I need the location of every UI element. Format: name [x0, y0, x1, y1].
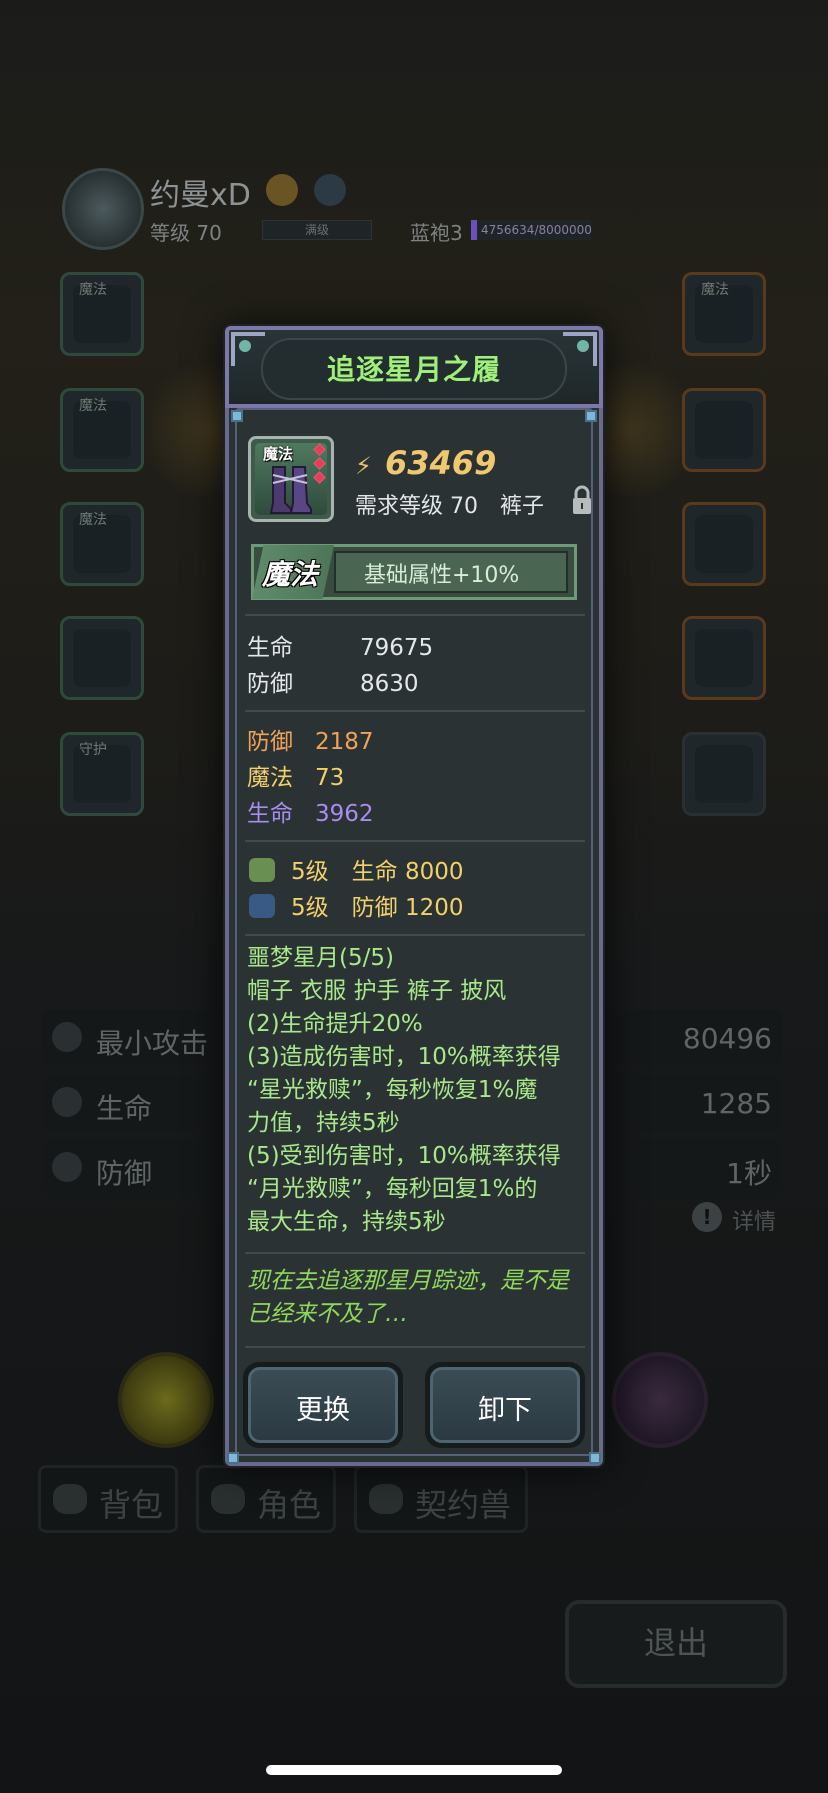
dialog-title-bar: 追逐星月之履 [225, 326, 603, 408]
robe-rank: 蓝袍3 [410, 221, 463, 245]
equip-slot-right-3[interactable] [682, 502, 766, 586]
equip-slot-left-3[interactable]: 魔法 [60, 502, 144, 586]
level-bar: 满级 [262, 220, 372, 240]
equip-slot-right-5[interactable] [682, 732, 766, 816]
corner-gem-icon [231, 410, 243, 422]
base-stat-row: 生命 79675 [247, 635, 434, 661]
exp-bar: 4756634/8000000 [471, 220, 592, 240]
replace-button[interactable]: 更换 [243, 1362, 403, 1448]
bonus-stat-row: 生命 3962 [247, 801, 374, 827]
quality-bonus: 基础属性+10% [364, 563, 520, 588]
tab-character[interactable]: 角色 [196, 1465, 336, 1533]
item-detail-dialog: 追逐星月之履 魔法 ⚡ 63469 需求等级 70 裤子 魔法 基础属性+10%… [225, 326, 603, 1466]
flavor-text: 现在去追逐那星月踪迹，是不是 已经来不及了… [247, 1268, 569, 1327]
blue-gem-icon [249, 894, 275, 918]
gem-row: 5级 防御 1200 [249, 888, 463, 922]
set-bonus-line: (2)生命提升20% [247, 1011, 423, 1037]
rank-badge-icon [266, 174, 298, 206]
equip-slot-right-1[interactable]: 魔法 [682, 272, 766, 356]
item-icon-frame: 魔法 [248, 436, 334, 522]
unequip-button[interactable]: 卸下 [425, 1362, 585, 1448]
set-bonus-line: “月光救赎”，每秒回复1%的 [247, 1176, 538, 1202]
player-level: 等级 70 [150, 221, 222, 245]
detail-link[interactable]: 详情 [732, 1204, 776, 1236]
equip-slot-right-4[interactable] [682, 616, 766, 700]
player-avatar[interactable] [62, 168, 144, 250]
item-power: 63469 [385, 444, 497, 482]
boots-icon [269, 466, 312, 514]
item-name-title: 追逐星月之履 [326, 353, 501, 386]
base-stat-row: 防御 8630 [247, 671, 419, 697]
green-gem-icon [249, 858, 275, 882]
quality-label: 魔法 [262, 558, 319, 591]
sword-icon [52, 1022, 82, 1052]
moon-icon [314, 174, 346, 206]
home-indicator[interactable] [266, 1765, 562, 1775]
corner-gem-icon [589, 1452, 601, 1464]
info-icon[interactable]: ! [692, 1202, 722, 1232]
skill-orb-right[interactable] [612, 1352, 708, 1448]
lock-icon[interactable] [571, 484, 593, 516]
set-bonus-line: 最大生命，持续5秒 [247, 1209, 446, 1235]
set-bonus-line: 力值，持续5秒 [247, 1110, 400, 1136]
item-type-tag: 魔法 [263, 445, 294, 463]
set-bonus-line: “星光救赎”，每秒恢复1%魔 [247, 1077, 538, 1103]
quality-banner: 魔法 基础属性+10% [251, 544, 577, 600]
skill-orb-left[interactable] [118, 1352, 214, 1448]
equip-slot-left-4[interactable] [60, 616, 144, 700]
player-name: 约曼xD [150, 178, 251, 213]
corner-gem-icon [585, 410, 597, 422]
bonus-stat-row: 魔法 73 [247, 765, 345, 791]
character-icon [211, 1484, 245, 1514]
tab-pet[interactable]: 契约兽 [354, 1465, 528, 1533]
heart-icon [52, 1087, 82, 1117]
set-pieces: 帽子 衣服 护手 裤子 披风 [247, 978, 507, 1004]
equip-slot-right-2[interactable] [682, 388, 766, 472]
item-requirement: 需求等级 70 裤子 [355, 494, 544, 519]
set-bonus-line: (5)受到伤害时，10%概率获得 [247, 1143, 561, 1169]
bag-icon [53, 1484, 87, 1514]
equip-slot-left-1[interactable]: 魔法 [60, 272, 144, 356]
gem-row: 5级 生命 8000 [249, 852, 463, 886]
exit-button[interactable]: 退出 [565, 1600, 787, 1688]
paw-icon [369, 1484, 403, 1514]
equip-slot-left-2[interactable]: 魔法 [60, 388, 144, 472]
bonus-stat-row: 防御 2187 [247, 729, 374, 755]
set-bonus-line: (3)造成伤害时，10%概率获得 [247, 1044, 561, 1070]
power-icon: ⚡ [355, 452, 372, 480]
set-name: 噩梦星月(5/5) [247, 945, 394, 971]
tab-bag[interactable]: 背包 [38, 1465, 178, 1533]
shield-icon [52, 1152, 82, 1182]
equip-slot-left-5[interactable]: 守护 [60, 732, 144, 816]
corner-gem-icon [227, 1452, 239, 1464]
